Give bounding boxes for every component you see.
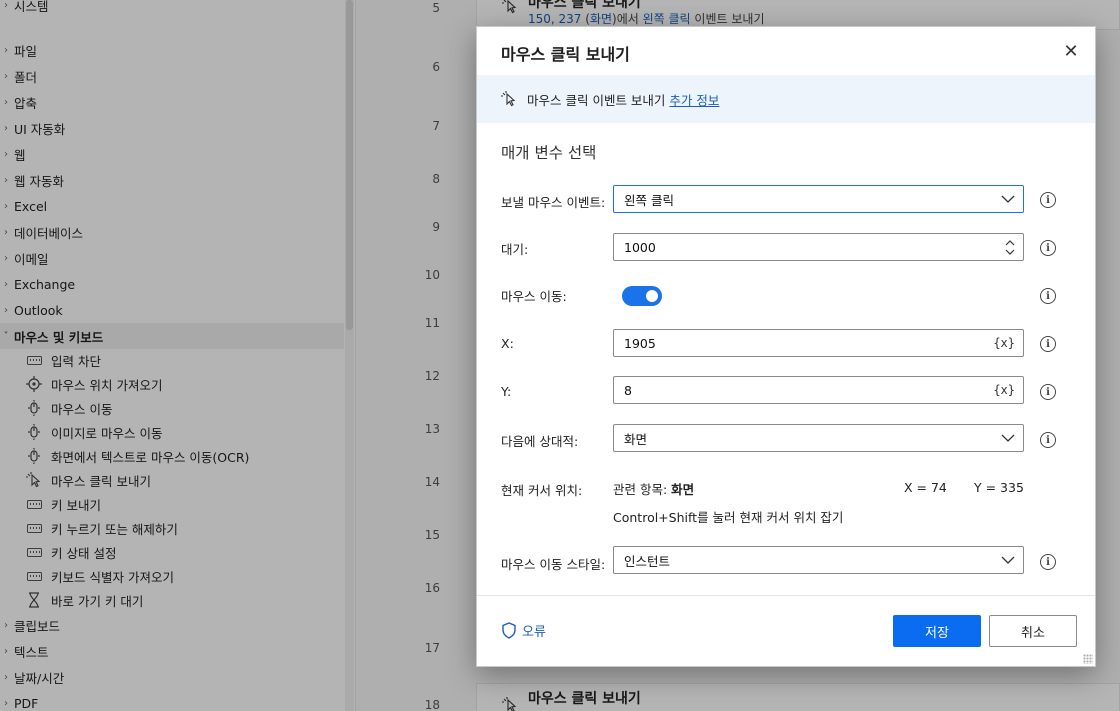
stepper-arrows-icon[interactable] <box>1005 234 1015 260</box>
info-icon[interactable]: i <box>1040 192 1056 208</box>
x-value: 1905 <box>624 335 656 351</box>
move-style-label: 마우스 이동 스타일: <box>501 557 606 572</box>
info-icon[interactable]: i <box>1040 240 1056 256</box>
move-style-value: 인스턴트 <box>624 553 671 569</box>
chevron-down-icon <box>1001 186 1015 212</box>
errors-button[interactable]: 오류 <box>501 621 546 640</box>
chevron-down-icon <box>1001 547 1015 573</box>
dialog-title: 마우스 클릭 보내기 <box>501 45 630 64</box>
toggle-knob <box>646 290 658 302</box>
y-input[interactable]: 8 {x} <box>613 376 1024 404</box>
mouse-event-label: 보낼 마우스 이벤트: <box>501 195 606 210</box>
variable-picker-icon[interactable]: {x} <box>993 330 1015 356</box>
relative-to-label: 다음에 상대적: <box>501 434 579 449</box>
variable-picker-icon[interactable]: {x} <box>993 377 1015 403</box>
footer-divider <box>477 595 1095 596</box>
move-mouse-label: 마우스 이동: <box>501 289 567 304</box>
info-banner: 마우스 클릭 이벤트 보내기 추가 정보 <box>477 75 1095 123</box>
cursor-capture-hint: Control+Shift를 눌러 현재 커서 위치 잡기 <box>613 510 844 525</box>
section-title: 매개 변수 선택 <box>501 144 597 162</box>
more-info-link[interactable]: 추가 정보 <box>669 90 719 109</box>
delay-value: 1000 <box>624 239 656 255</box>
cancel-button[interactable]: 취소 <box>989 615 1077 647</box>
send-mouse-click-dialog: 마우스 클릭 보내기 ✕ 마우스 클릭 이벤트 보내기 추가 정보 매개 변수 … <box>476 26 1096 667</box>
x-input[interactable]: 1905 {x} <box>613 329 1024 357</box>
move-mouse-toggle[interactable] <box>622 286 662 306</box>
errors-label: 오류 <box>522 625 546 640</box>
info-icon[interactable]: i <box>1040 432 1056 448</box>
relative-to-dropdown[interactable]: 화면 <box>613 424 1024 452</box>
info-text: 마우스 클릭 이벤트 보내기 <box>527 92 666 108</box>
y-label: Y: <box>501 384 512 399</box>
x-label: X: <box>501 336 514 351</box>
relative-to-value: 화면 <box>624 431 648 447</box>
close-icon[interactable]: ✕ <box>1059 39 1083 63</box>
cursor-relative-text: 관련 항목: 화면 <box>613 482 695 497</box>
y-value: 8 <box>624 382 632 398</box>
cursor-y-readout: Y = 335 <box>974 480 1024 495</box>
cursor-x-readout: X = 74 <box>904 480 947 495</box>
info-icon[interactable]: i <box>1040 288 1056 304</box>
info-icon[interactable]: i <box>1040 384 1056 400</box>
save-button[interactable]: 저장 <box>893 615 981 647</box>
info-icon[interactable]: i <box>1040 336 1056 352</box>
mouse-click-icon <box>501 91 517 107</box>
move-style-dropdown[interactable]: 인스턴트 <box>613 546 1024 574</box>
cursor-position-label: 현재 커서 위치: <box>501 483 583 498</box>
resize-grip-icon[interactable] <box>1083 654 1093 664</box>
delay-label: 대기: <box>501 242 529 257</box>
mouse-event-value: 왼쪽 클릭 <box>624 192 674 208</box>
delay-stepper[interactable]: 1000 <box>613 233 1024 261</box>
shield-icon <box>502 622 516 639</box>
mouse-event-dropdown[interactable]: 왼쪽 클릭 <box>613 185 1024 213</box>
info-icon[interactable]: i <box>1040 554 1056 570</box>
chevron-down-icon <box>1001 425 1015 451</box>
